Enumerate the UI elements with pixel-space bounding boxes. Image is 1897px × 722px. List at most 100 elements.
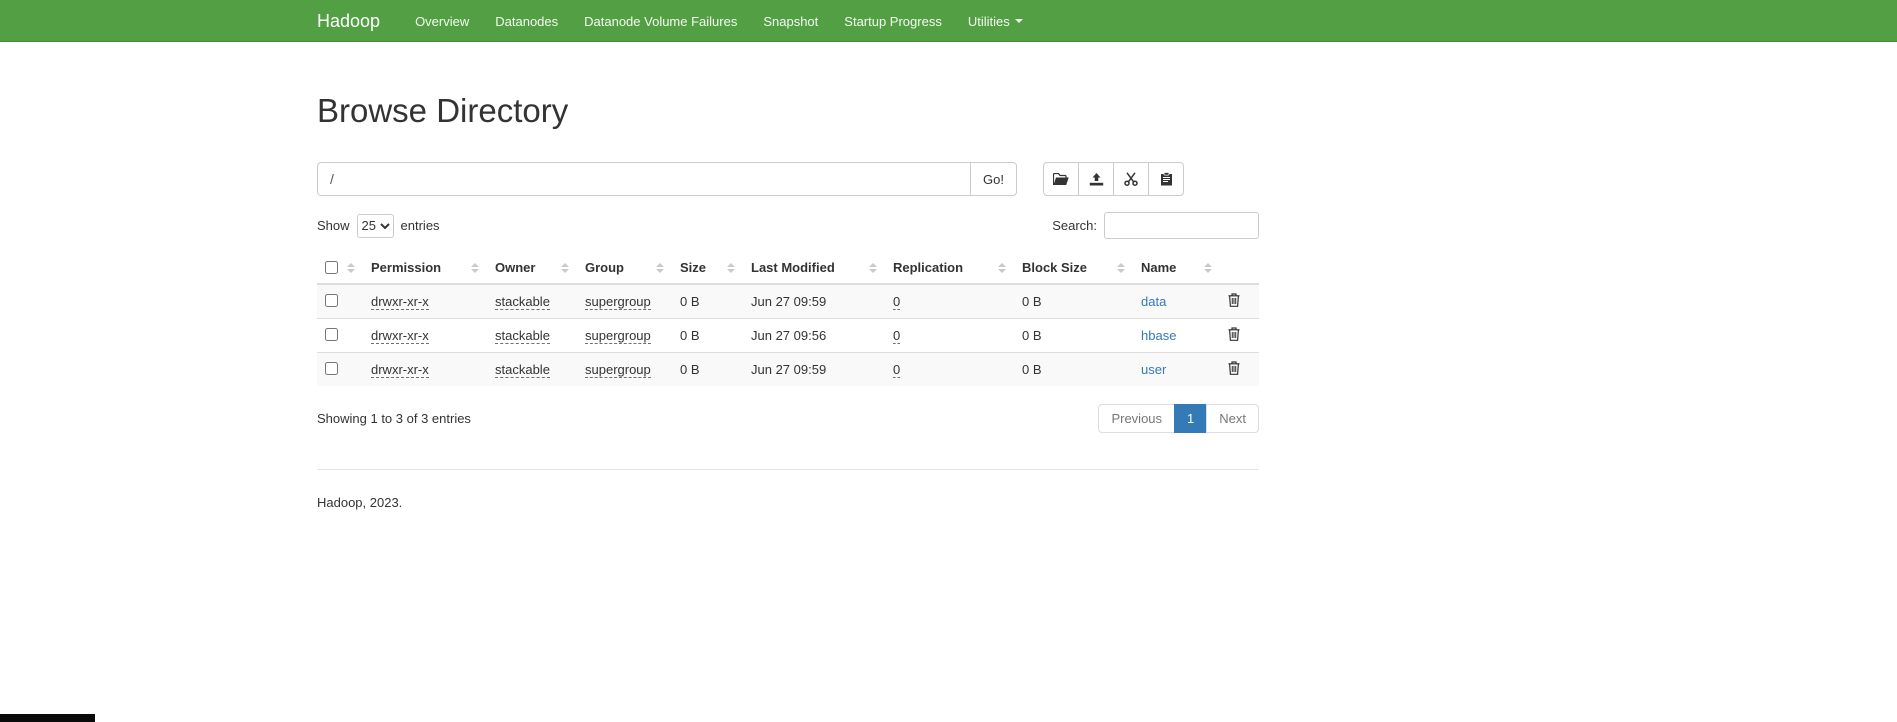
header-label: Name	[1141, 260, 1176, 275]
nav-item-label: Startup Progress	[844, 14, 942, 29]
permission-cell[interactable]: drwxr-xr-x	[371, 328, 429, 344]
table-footer: Showing 1 to 3 of 3 entries Previous 1 N…	[317, 404, 1259, 433]
delete-button[interactable]	[1228, 293, 1240, 307]
replication-cell[interactable]: 0	[893, 362, 900, 378]
group-cell[interactable]: supergroup	[585, 294, 651, 310]
horizontal-scrollbar-thumb[interactable]	[0, 714, 95, 722]
create-directory-button[interactable]	[1043, 162, 1079, 196]
header-label: Owner	[495, 260, 535, 275]
replication-cell[interactable]: 0	[893, 328, 900, 344]
sort-icon	[471, 263, 479, 273]
header-owner[interactable]: Owner	[487, 252, 577, 284]
page-size-select[interactable]: 25	[357, 214, 394, 238]
last-modified-cell: Jun 27 09:56	[743, 319, 885, 353]
show-label: Show	[317, 218, 350, 233]
header-label: Group	[585, 260, 624, 275]
block-size-cell: 0 B	[1014, 319, 1133, 353]
nav-item-datanodes[interactable]: Datanodes	[482, 0, 571, 42]
pagination-previous[interactable]: Previous	[1098, 404, 1175, 433]
header-label: Size	[680, 260, 706, 275]
caret-down-icon	[1015, 19, 1023, 23]
nav-item-overview[interactable]: Overview	[402, 0, 482, 42]
owner-cell[interactable]: stackable	[495, 328, 550, 344]
owner-cell[interactable]: stackable	[495, 294, 550, 310]
table-row: drwxr-xr-x stackable supergroup 0 B Jun …	[317, 284, 1259, 319]
header-label: Permission	[371, 260, 441, 275]
trash-icon	[1228, 293, 1240, 307]
last-modified-cell: Jun 27 09:59	[743, 353, 885, 387]
entries-label: entries	[401, 218, 440, 233]
nav-item-label: Datanodes	[495, 14, 558, 29]
select-all-checkbox[interactable]	[325, 261, 338, 274]
sort-icon	[656, 263, 664, 273]
paste-button[interactable]	[1148, 162, 1184, 196]
page-size-control: Show 25 entries	[317, 214, 440, 238]
row-checkbox[interactable]	[325, 328, 338, 341]
entries-summary: Showing 1 to 3 of 3 entries	[317, 411, 471, 426]
delete-button[interactable]	[1228, 327, 1240, 341]
navbar-brand[interactable]: Hadoop	[317, 11, 380, 32]
footer-divider	[317, 469, 1259, 470]
sort-icon	[561, 263, 569, 273]
pagination-next[interactable]: Next	[1206, 404, 1259, 433]
trash-icon	[1228, 361, 1240, 375]
size-cell: 0 B	[672, 319, 743, 353]
footer-text: Hadoop, 2023.	[317, 495, 1259, 510]
nav-item-utilities-dropdown[interactable]: Utilities	[955, 0, 1036, 42]
owner-cell[interactable]: stackable	[495, 362, 550, 378]
header-permission[interactable]: Permission	[363, 252, 487, 284]
search-input[interactable]	[1104, 212, 1259, 239]
directory-link[interactable]: user	[1141, 362, 1166, 377]
upload-files-button[interactable]	[1078, 162, 1114, 196]
group-cell[interactable]: supergroup	[585, 328, 651, 344]
header-block-size[interactable]: Block Size	[1014, 252, 1133, 284]
navbar-menu: Overview Datanodes Datanode Volume Failu…	[402, 0, 1036, 42]
sort-icon	[869, 263, 877, 273]
nav-item-label: Overview	[415, 14, 469, 29]
table-controls: Show 25 entries Search:	[317, 212, 1259, 239]
row-checkbox[interactable]	[325, 294, 338, 307]
permission-cell[interactable]: drwxr-xr-x	[371, 362, 429, 378]
group-cell[interactable]: supergroup	[585, 362, 651, 378]
nav-item-datanode-volume-failures[interactable]: Datanode Volume Failures	[571, 0, 750, 42]
replication-cell[interactable]: 0	[893, 294, 900, 310]
paste-icon	[1160, 172, 1173, 186]
directory-actions	[1043, 162, 1184, 196]
folder-open-icon	[1053, 173, 1069, 186]
search-label: Search:	[1052, 218, 1097, 233]
cut-button[interactable]	[1113, 162, 1149, 196]
directory-listing-table: Permission Owner Group Size Last Modifie…	[317, 252, 1259, 386]
permission-cell[interactable]: drwxr-xr-x	[371, 294, 429, 310]
pagination: Previous 1 Next	[1098, 404, 1259, 433]
sort-icon	[998, 263, 1006, 273]
header-name[interactable]: Name	[1133, 252, 1220, 284]
page-title: Browse Directory	[317, 92, 1259, 130]
go-button[interactable]: Go!	[970, 162, 1017, 196]
header-group[interactable]: Group	[577, 252, 672, 284]
header-replication[interactable]: Replication	[885, 252, 1014, 284]
header-size[interactable]: Size	[672, 252, 743, 284]
sort-icon	[1204, 263, 1212, 273]
nav-item-label: Snapshot	[763, 14, 818, 29]
block-size-cell: 0 B	[1014, 353, 1133, 387]
upload-icon	[1089, 173, 1104, 186]
table-row: drwxr-xr-x stackable supergroup 0 B Jun …	[317, 319, 1259, 353]
header-last-modified[interactable]: Last Modified	[743, 252, 885, 284]
path-bar: Go!	[317, 162, 1259, 196]
search-control: Search:	[1052, 212, 1259, 239]
directory-link[interactable]: hbase	[1141, 328, 1176, 343]
sort-icon[interactable]	[347, 263, 355, 273]
sort-icon	[1117, 263, 1125, 273]
nav-item-snapshot[interactable]: Snapshot	[750, 0, 831, 42]
delete-button[interactable]	[1228, 361, 1240, 375]
nav-item-startup-progress[interactable]: Startup Progress	[831, 0, 955, 42]
size-cell: 0 B	[672, 284, 743, 319]
row-checkbox[interactable]	[325, 362, 338, 375]
trash-icon	[1228, 327, 1240, 341]
directory-path-input[interactable]	[317, 162, 970, 196]
header-actions	[1220, 252, 1259, 284]
scissors-icon	[1124, 172, 1138, 186]
header-label: Replication	[893, 260, 963, 275]
pagination-page-1[interactable]: 1	[1174, 404, 1207, 433]
directory-link[interactable]: data	[1141, 294, 1166, 309]
